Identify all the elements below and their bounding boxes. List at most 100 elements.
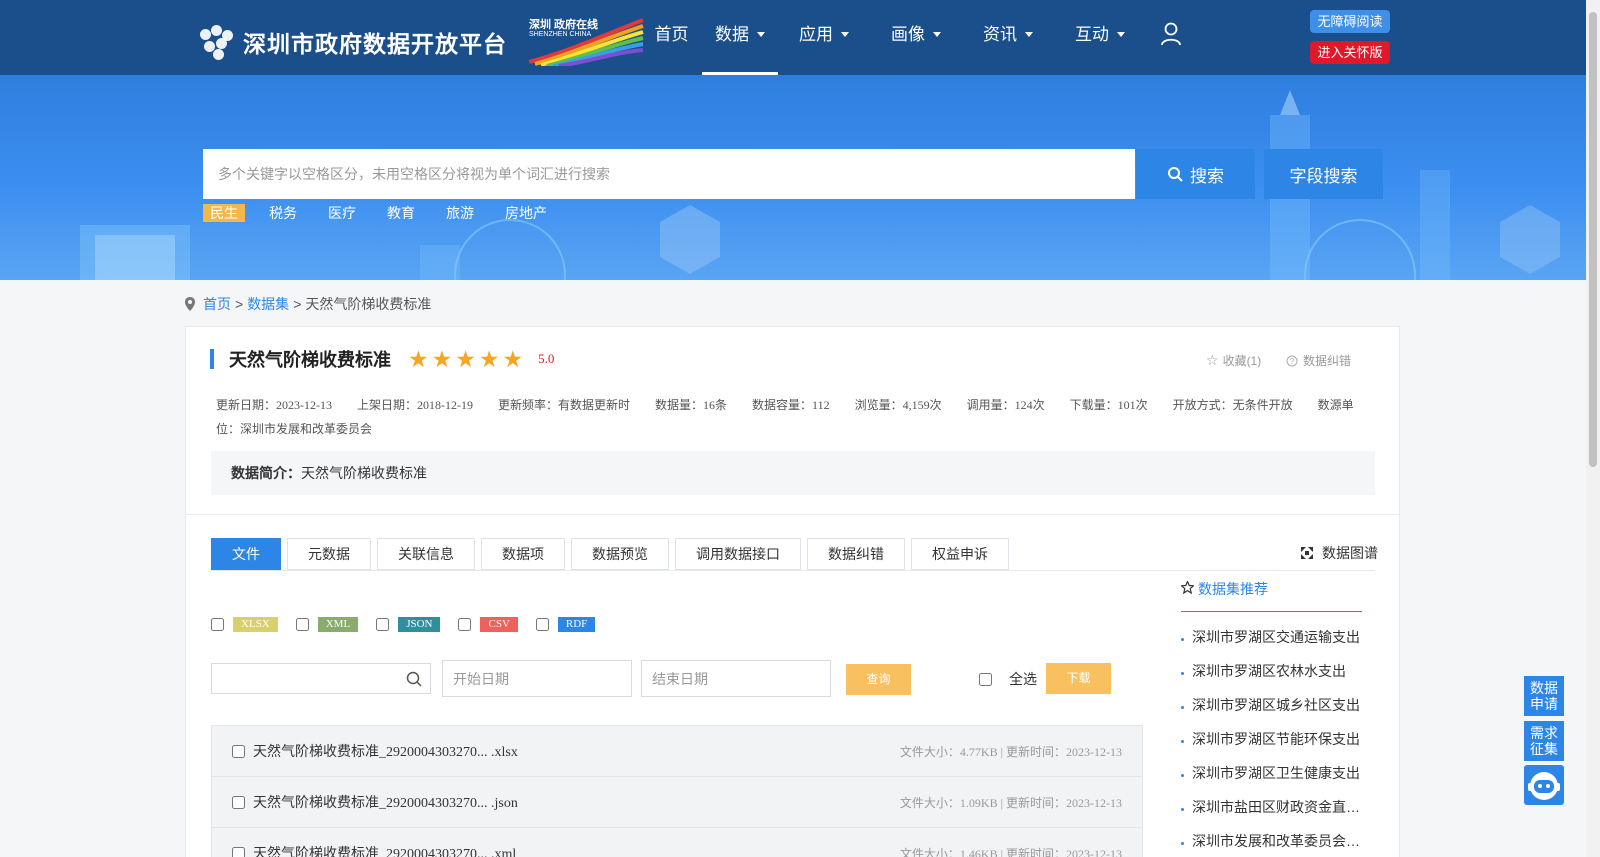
meta-frequency: 更新频率：有数据更新时 bbox=[498, 398, 631, 412]
nav-news[interactable]: 资讯 bbox=[962, 0, 1054, 75]
nav-label: 资讯 bbox=[983, 25, 1017, 44]
breadcrumb-datasets-link[interactable]: 数据集 bbox=[247, 294, 289, 314]
tab-data-preview[interactable]: 数据预览 bbox=[571, 538, 669, 570]
hot-tag[interactable]: 税务 bbox=[262, 204, 304, 222]
tab-appeal[interactable]: 权益申诉 bbox=[911, 538, 1009, 570]
star-icon: ★ bbox=[478, 346, 500, 372]
tab-files[interactable]: 文件 bbox=[211, 538, 281, 570]
format-checkbox[interactable] bbox=[458, 618, 472, 631]
data-graph-link[interactable]: 数据图谱 bbox=[1301, 543, 1378, 563]
recommend-list: 深圳市罗湖区交通运输支出 深圳市罗湖区农林水支出 深圳市罗湖区城乡社区支出 深圳… bbox=[1181, 628, 1366, 857]
hot-tag[interactable]: 民生 bbox=[203, 204, 245, 222]
select-all-checkbox[interactable] bbox=[979, 672, 992, 686]
nav-label: 首页 bbox=[654, 25, 689, 44]
correction-label: 数据纠错 bbox=[1303, 354, 1352, 368]
start-date-input[interactable] bbox=[442, 660, 632, 697]
nav-apps[interactable]: 应用 bbox=[778, 0, 870, 75]
format-filter-rdf[interactable]: RDF bbox=[535, 617, 596, 632]
tab-metadata[interactable]: 元数据 bbox=[287, 538, 371, 570]
page-scrollbar[interactable] bbox=[1586, 0, 1600, 857]
nav-label: 画像 bbox=[891, 25, 925, 44]
file-row: 天然气阶梯收费标准_2920004303270... .xlsx 文件大小：4.… bbox=[212, 726, 1142, 777]
format-checkbox[interactable] bbox=[535, 618, 549, 631]
site-logo[interactable]: 深圳市政府数据开放平台 深圳 政府在线 SHENZHEN CHINA bbox=[200, 18, 645, 68]
demand-collect-button[interactable]: 需求征集 bbox=[1524, 721, 1564, 761]
tab-api[interactable]: 调用数据接口 bbox=[675, 538, 801, 570]
format-filter-xlsx[interactable]: XLSX bbox=[211, 617, 278, 632]
meta-capacity: 数据容量：112 bbox=[752, 398, 830, 412]
format-label-xml: XML bbox=[317, 617, 359, 632]
data-correction-link[interactable]: ? 数据纠错 bbox=[1286, 352, 1351, 369]
chevron-down-icon bbox=[1025, 32, 1033, 37]
star-icon: ★ bbox=[408, 346, 429, 372]
end-date-input[interactable] bbox=[641, 660, 831, 697]
recommend-item[interactable]: 深圳市发展和改革委员会部门预算 bbox=[1181, 832, 1366, 857]
favorite-button[interactable]: ☆ 收藏(1) bbox=[1206, 352, 1261, 369]
nav-interaction[interactable]: 互动 bbox=[1054, 0, 1146, 75]
search-button[interactable]: 搜索 bbox=[1136, 149, 1255, 199]
search-icon[interactable] bbox=[406, 671, 422, 687]
badge-text-bottom: SHENZHEN CHINA bbox=[529, 31, 592, 38]
recommend-item[interactable]: 深圳市罗湖区交通运输支出 bbox=[1181, 628, 1366, 662]
question-circle-icon: ? bbox=[1286, 355, 1298, 366]
scrollbar-thumb[interactable] bbox=[1589, 12, 1597, 467]
nav-label: 应用 bbox=[799, 25, 833, 44]
file-name[interactable]: 天然气阶梯收费标准_2920004303270... .xlsx bbox=[253, 741, 518, 761]
data-apply-button[interactable]: 数据申请 bbox=[1524, 676, 1564, 716]
chatbot-button[interactable] bbox=[1524, 765, 1564, 805]
data-apply-label: 数据申请 bbox=[1530, 680, 1558, 712]
tab-correction[interactable]: 数据纠错 bbox=[807, 538, 905, 570]
file-row: 天然气阶梯收费标准_2920004303270... .xml 文件大小：1.4… bbox=[212, 828, 1142, 857]
file-name[interactable]: 天然气阶梯收费标准_2920004303270... .xml bbox=[253, 843, 516, 857]
format-filter-csv[interactable]: CSV bbox=[458, 617, 518, 632]
accessibility-button[interactable]: 无障碍阅读 bbox=[1310, 10, 1390, 33]
meta-update-date: 更新日期：2023-12-13 bbox=[216, 398, 332, 412]
recommend-item[interactable]: 深圳市罗湖区节能环保支出 bbox=[1181, 730, 1366, 764]
search-input[interactable] bbox=[203, 149, 1135, 199]
file-checkbox[interactable] bbox=[232, 795, 245, 809]
recommend-item[interactable]: 深圳市罗湖区卫生健康支出 bbox=[1181, 764, 1366, 798]
nav-data[interactable]: 数据 bbox=[702, 0, 778, 75]
recommend-header: 数据集推荐 bbox=[1181, 579, 1362, 612]
nav-portrait[interactable]: 画像 bbox=[870, 0, 962, 75]
dataset-title: 天然气阶梯收费标准 bbox=[229, 350, 391, 370]
breadcrumb-separator: > bbox=[293, 296, 302, 312]
format-checkbox[interactable] bbox=[376, 618, 390, 631]
file-name[interactable]: 天然气阶梯收费标准_2920004303270... .json bbox=[253, 792, 518, 812]
recommend-item[interactable]: 深圳市罗湖区农林水支出 bbox=[1181, 662, 1366, 696]
file-keyword-input[interactable] bbox=[212, 664, 397, 693]
file-row: 天然气阶梯收费标准_2920004303270... .json 文件大小：1.… bbox=[212, 777, 1142, 828]
chevron-down-icon bbox=[933, 32, 941, 37]
recommend-item[interactable]: 深圳市罗湖区城乡社区支出 bbox=[1181, 696, 1366, 730]
hot-tag[interactable]: 教育 bbox=[380, 204, 422, 222]
nav-home[interactable]: 首页 bbox=[640, 0, 703, 75]
hot-tag[interactable]: 医疗 bbox=[321, 204, 363, 222]
breadcrumb-home-link[interactable]: 首页 bbox=[203, 294, 231, 314]
field-search-button[interactable]: 字段搜索 bbox=[1264, 149, 1383, 199]
tab-related-info[interactable]: 关联信息 bbox=[377, 538, 475, 570]
format-filter-json[interactable]: JSON bbox=[376, 617, 441, 632]
format-label-json: JSON bbox=[398, 617, 441, 632]
format-label-rdf: RDF bbox=[557, 617, 596, 632]
star-icon: ★ bbox=[431, 346, 453, 372]
format-checkbox[interactable] bbox=[295, 618, 309, 631]
select-all[interactable]: 全选 bbox=[979, 669, 1037, 689]
tab-data-items[interactable]: 数据项 bbox=[481, 538, 565, 570]
query-button[interactable]: 查询 bbox=[846, 664, 911, 695]
recommend-item[interactable]: 深圳市盐田区财政资金直达资金 bbox=[1181, 798, 1366, 832]
top-header: 深圳市政府数据开放平台 深圳 政府在线 SHENZHEN CHINA 首页 数据… bbox=[0, 0, 1586, 75]
section-divider bbox=[186, 514, 1399, 515]
download-button[interactable]: 下载 bbox=[1046, 663, 1111, 694]
format-checkbox[interactable] bbox=[211, 618, 224, 631]
hot-tag[interactable]: 房地产 bbox=[498, 204, 554, 222]
format-label-csv: CSV bbox=[480, 617, 518, 632]
file-checkbox[interactable] bbox=[232, 744, 245, 758]
badge-text-top: 深圳 政府在线 bbox=[529, 19, 599, 31]
hot-tags: 民生 税务 医疗 教育 旅游 房地产 bbox=[203, 204, 571, 222]
data-graph-label: 数据图谱 bbox=[1322, 545, 1378, 561]
file-checkbox[interactable] bbox=[232, 846, 245, 857]
format-filter-xml[interactable]: XML bbox=[295, 617, 359, 632]
user-icon[interactable] bbox=[1160, 22, 1182, 46]
care-mode-button[interactable]: 进入关怀版 bbox=[1310, 41, 1390, 64]
hot-tag[interactable]: 旅游 bbox=[439, 204, 481, 222]
